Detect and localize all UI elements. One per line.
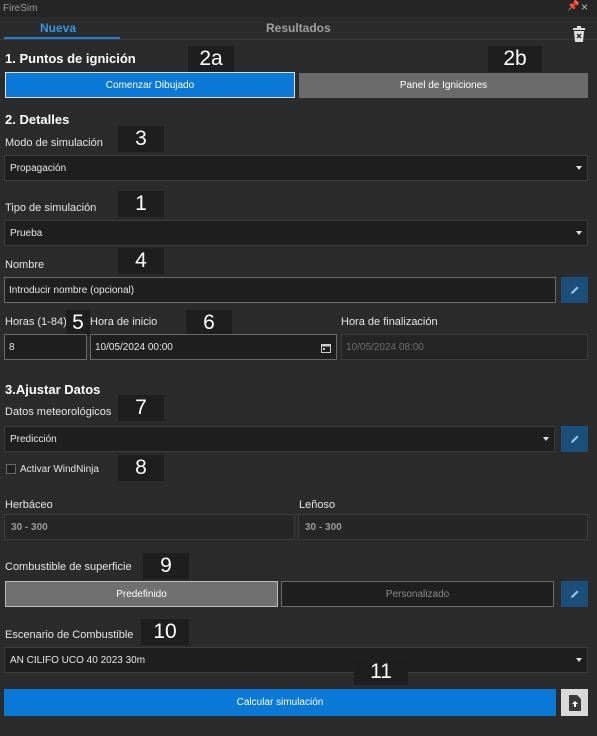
weather-data-label: Datos meteorológicos — [5, 406, 112, 418]
start-time-input[interactable]: 10/05/2024 00:00 — [90, 334, 337, 360]
woody-value: 30 - 300 — [298, 514, 588, 540]
hours-value: 8 — [9, 341, 15, 353]
name-input-placeholder: Introducir nombre (opcional) — [9, 284, 135, 296]
herbaceous-value: 30 - 300 — [4, 514, 295, 540]
annotation-6: 6 — [186, 310, 232, 336]
weather-data-value: Predicción — [10, 433, 57, 445]
export-icon — [568, 694, 581, 711]
annotation-7: 7 — [118, 395, 164, 421]
ignition-heading: 1. Puntos de ignición — [5, 51, 136, 66]
chevron-down-icon — [543, 437, 549, 441]
annotation-2b: 2b — [488, 46, 542, 72]
edit-weather-button[interactable] — [561, 426, 588, 452]
surface-fuel-label: Combustible de superficie — [5, 561, 132, 573]
surface-custom-button[interactable]: Personalizado — [281, 581, 554, 607]
edit-surface-button[interactable] — [561, 581, 588, 607]
surface-predefined-button[interactable]: Predefinido — [5, 581, 278, 607]
adjust-data-heading: 3.Ajustar Datos — [5, 382, 101, 397]
close-icon[interactable]: × — [581, 0, 588, 14]
export-button[interactable] — [561, 689, 588, 716]
simulation-type-select[interactable]: Prueba — [4, 220, 588, 246]
annotation-2a: 2a — [188, 46, 234, 72]
pencil-icon — [570, 590, 578, 598]
annotation-4: 4 — [118, 248, 164, 274]
title-bar — [0, 0, 597, 17]
chevron-down-icon — [576, 166, 582, 170]
hours-label: Horas (1-84) — [5, 316, 67, 328]
edit-name-button[interactable] — [561, 277, 588, 303]
simulation-mode-select[interactable]: Propagación — [4, 155, 588, 181]
tab-nueva[interactable]: Nueva — [40, 21, 76, 35]
simulation-type-label: Tipo de simulación — [5, 202, 97, 214]
tab-resultados[interactable]: Resultados — [266, 21, 331, 35]
calendar-icon — [321, 344, 331, 353]
fuel-scenario-label: Escenario de Combustible — [5, 629, 134, 641]
annotation-11: 11 — [354, 659, 408, 685]
chevron-down-icon — [576, 231, 582, 235]
simulation-mode-label: Modo de simulación — [5, 137, 103, 149]
annotation-3: 3 — [118, 126, 164, 152]
annotation-1: 1 — [118, 191, 164, 217]
fuel-scenario-select[interactable]: AN CILIFO UCO 40 2023 30m — [4, 647, 588, 673]
details-heading: 2. Detalles — [5, 112, 70, 127]
pencil-icon — [570, 435, 578, 443]
calculate-simulation-button[interactable]: Calcular simulación — [4, 689, 556, 716]
end-time-label: Hora de finalización — [341, 316, 438, 328]
end-time-value: 10/05/2024 08:00 — [346, 341, 424, 353]
chevron-down-icon — [576, 658, 582, 662]
name-input[interactable]: Introducir nombre (opcional) — [4, 277, 556, 303]
start-drawing-button[interactable]: Comenzar Dibujado — [5, 72, 295, 98]
simulation-mode-value: Propagación — [10, 162, 67, 174]
pin-icon[interactable]: 📌 — [567, 1, 579, 12]
woody-label: Leñoso — [299, 499, 336, 511]
ignitions-panel-button[interactable]: Panel de Igniciones — [299, 73, 588, 98]
fuel-scenario-value: AN CILIFO UCO 40 2023 30m — [10, 654, 146, 666]
start-time-value: 10/05/2024 00:00 — [95, 341, 173, 353]
hours-input[interactable]: 8 — [4, 334, 87, 360]
windninja-label: Activar WindNinja — [20, 464, 99, 475]
annotation-8: 8 — [118, 455, 164, 481]
start-time-label: Hora de inicio — [90, 316, 158, 328]
windninja-checkbox[interactable] — [6, 464, 16, 474]
tab-divider — [0, 39, 597, 40]
annotation-9: 9 — [143, 553, 189, 579]
simulation-type-value: Prueba — [10, 227, 43, 239]
end-time-input: 10/05/2024 08:00 — [341, 334, 588, 360]
herbaceous-label: Herbáceo — [5, 499, 53, 511]
annotation-10: 10 — [141, 619, 189, 645]
name-label: Nombre — [5, 259, 45, 271]
app-title: FireSim — [3, 3, 38, 14]
weather-data-select[interactable]: Predicción — [4, 426, 555, 452]
trash-icon[interactable] — [572, 26, 586, 42]
pencil-icon — [570, 286, 578, 294]
annotation-5: 5 — [66, 310, 90, 336]
